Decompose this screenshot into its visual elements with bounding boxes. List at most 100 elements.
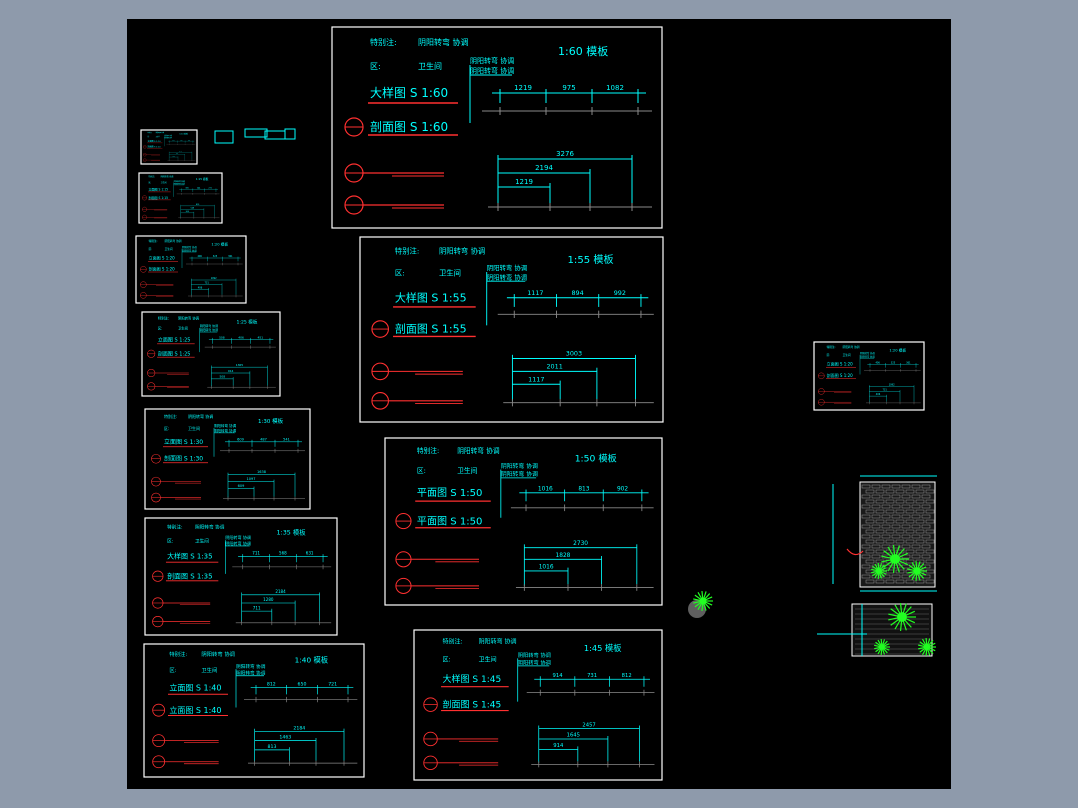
dim-value: 541 [283, 437, 290, 441]
shrub-core [923, 643, 931, 651]
template-panel[interactable]: 特别注: 阴阳转弯 协调区: 卫生间阴阳转弯 协调阴阳转弯 协调1:20 模板立面图… [135, 235, 247, 304]
dim-value: 406 [198, 286, 203, 289]
dim-value: 180 [188, 140, 190, 142]
mini-block [214, 130, 234, 144]
dim-value: 568 [279, 551, 287, 556]
template-panel[interactable]: 特别注: 阴阳转弯 协调区: 卫生间阴阳转弯 协调阴阳转弯 协调1:10 模板立面图… [140, 129, 198, 165]
dim-value: 1219 [515, 178, 533, 186]
view-title-1: 立面图 S 1:20 [827, 361, 854, 367]
notes-label: 特别注: [169, 650, 187, 658]
notes-value: 阴阳转弯 协调 [418, 37, 469, 47]
view-title-1: 大样图 S 1:55 [395, 290, 467, 304]
note-tag-1: 阴阳转弯 协调 [501, 462, 538, 470]
area-value: 卫生间 [843, 353, 851, 357]
dim-value: 721 [328, 682, 337, 688]
view-title-1: 平面图 S 1:50 [417, 487, 483, 499]
notes-label: 特别注: [149, 174, 156, 178]
notes-value: 阴阳转弯 协调 [178, 316, 200, 321]
view-title-2: 剖面图 S 1:10 [147, 145, 161, 149]
notes-label: 特别注: [417, 446, 439, 455]
view-title-2: 立面图 S 1:40 [169, 705, 221, 715]
dim-value: 914 [553, 673, 564, 679]
area-value: 卫生间 [195, 537, 209, 544]
view-title-2: 剖面图 S 1:20 [827, 372, 854, 378]
mini-block [264, 130, 286, 140]
scale-title: 1:50 模板 [575, 452, 617, 464]
note-tag-1: 阴阳转弯 协调 [487, 263, 527, 272]
dim-value: 203 [172, 140, 174, 142]
dim-value: 2730 [573, 541, 588, 547]
dim-value: 325 [213, 255, 218, 258]
dim-value: 1117 [527, 289, 543, 297]
dim-value: 1638 [257, 470, 266, 474]
shrub-core [913, 567, 921, 575]
view-title-2: 剖面图 S 1:15 [149, 195, 169, 200]
dim-value: 1092 [889, 384, 895, 387]
note-tag-1: 阴阳转弯 协调 [164, 134, 172, 137]
note-tag-1: 阴阳转弯 协调 [225, 534, 251, 540]
dim-value: 1219 [514, 84, 532, 92]
view-title-1: 立面图 S 1:15 [149, 186, 169, 191]
template-panel[interactable]: 特别注: 阴阳转弯 协调区: 卫生间阴阳转弯 协调阴阳转弯 协调1:15 模板立面图… [138, 172, 223, 224]
dim-value: 508 [220, 375, 226, 379]
view-title-1: 立面图 S 1:20 [149, 254, 176, 260]
note-tag-1: 阴阳转弯 协调 [200, 323, 218, 328]
note-tag-1: 阴阳转弯 协调 [236, 663, 266, 670]
view-title-1: 立面图 S 1:10 [147, 139, 161, 143]
dim-value: 609 [237, 437, 244, 441]
dim-value: 305 [186, 211, 189, 213]
template-panel[interactable]: 特别注: 阴阳转弯 协调区: 卫生间阴阳转弯 协调阴阳转弯 协调1:35 模板大样图… [144, 517, 338, 636]
shrub-core [699, 597, 707, 605]
note-tag-1: 阴阳转弯 协调 [182, 245, 197, 249]
notes-value: 阴阳转弯 协调 [201, 650, 235, 658]
template-panel[interactable]: 特别注: 阴阳转弯 协调区: 卫生间阴阳转弯 协调阴阳转弯 协调1:55 模板大样图… [359, 236, 664, 423]
template-panel[interactable]: 特别注: 阴阳转弯 协调区: 卫生间阴阳转弯 协调阴阳转弯 协调1:60 模板大样图… [331, 26, 663, 229]
view-title-2: 剖面图 S 1:20 [149, 266, 176, 272]
template-panel[interactable]: 特别注: 阴阳转弯 协调区: 卫生间阴阳转弯 协调阴阳转弯 协调1:45 模板大样图… [413, 629, 663, 781]
template-panel[interactable]: 特别注: 阴阳转弯 协调区: 卫生间阴阳转弯 协调阴阳转弯 协调1:25 模板立面图… [141, 311, 281, 397]
dim-value: 163 [180, 140, 182, 142]
area-value: 卫生间 [188, 425, 200, 431]
view-title-1: 大样图 S 1:35 [167, 552, 212, 561]
dim-value: 406 [197, 255, 202, 258]
area-label: 区: [149, 180, 152, 184]
dim-value: 1097 [247, 477, 256, 481]
area-value: 卫生间 [439, 269, 461, 278]
dim-value: 813 [578, 486, 589, 492]
dim-value: 2457 [582, 722, 595, 728]
area-label: 区: [370, 62, 381, 71]
scale-title: 1:45 模板 [584, 643, 622, 653]
area-label: 区: [169, 667, 176, 674]
scale-title: 1:40 模板 [295, 656, 329, 665]
template-panel[interactable]: 特别注: 阴阳转弯 协调区: 卫生间 阴阳转弯 协调阴阳转弯 协调1:50 模板平面图… [384, 437, 663, 606]
area-value: 卫生间 [178, 326, 189, 331]
notes-value: 阴阳转弯 协调 [439, 247, 485, 256]
note-tag-1: 阴阳转弯 协调 [860, 351, 875, 355]
view-title-1: 大样图 S 1:60 [370, 85, 448, 100]
dim-value: 650 [298, 682, 307, 688]
area-value: 卫生间 [479, 655, 497, 663]
dim-value: 2184 [293, 725, 305, 731]
template-panel[interactable]: 特别注: 阴阳转弯 协调区: 卫生间阴阳转弯 协调阴阳转弯 协调1:20 模板立面图… [813, 341, 925, 411]
note-tag-2: 阴阳转弯 协调 [200, 327, 218, 332]
drawing-svg[interactable]: 特别注: 阴阳转弯 协调区: 卫生间阴阳转弯 协调阴阳转弯 协调1:60 模板大样图… [127, 19, 951, 789]
dim-value: 271 [209, 188, 212, 190]
view-title-2: 剖面图 S 1:60 [370, 120, 448, 134]
cad-drawing-canvas[interactable]: 特别注: 阴阳转弯 协调 区: 卫生间 阴阳转弯 协调 阴阳转弯 协调 1:60 模板 大样图… [127, 19, 951, 789]
notes-value: 阴阳转弯 协调 [188, 413, 213, 419]
dim-value: 406 [876, 393, 881, 396]
dim-value: 975 [562, 84, 575, 92]
dim-value: 812 [622, 673, 632, 679]
dim-value: 366 [176, 153, 178, 155]
template-panel[interactable]: 特别注: 阴阳转弯 协调区: 卫生间阴阳转弯 协调阴阳转弯 协调1:40 模板立面图… [143, 643, 365, 778]
dim-value: 992 [614, 289, 626, 297]
template-panel[interactable]: 特别注: 阴阳转弯 协调区: 卫生间 阴阳转弯 协调阴阳转弯 协调1:30 模板立面图… [144, 408, 311, 510]
area-label: 区: [417, 467, 426, 475]
dim-value: 203 [172, 156, 174, 158]
area-label: 区: [443, 656, 451, 663]
area-value: 卫生间 [457, 466, 477, 475]
dim-value: 812 [267, 682, 276, 688]
dim-value: 1280 [263, 597, 274, 602]
view-title-2: 平面图 S 1:50 [417, 515, 483, 527]
view-title-1: 立面图 S 1:40 [169, 682, 221, 692]
